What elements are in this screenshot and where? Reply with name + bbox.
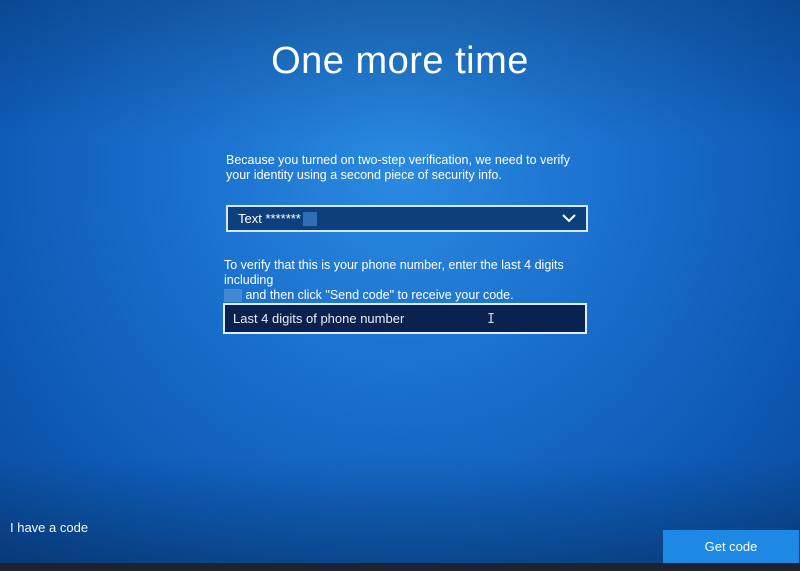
bottom-bezel (0, 563, 800, 571)
text-cursor-icon: I (487, 312, 495, 327)
get-code-button[interactable]: Get code (663, 530, 799, 563)
redacted-block (302, 211, 317, 226)
chevron-down-icon (562, 214, 576, 223)
dropdown-selected-value: Text ******* (238, 211, 301, 226)
page-title: One more time (271, 40, 529, 82)
phone-prompt: To verify that this is your phone number… (224, 258, 590, 303)
last-digits-input[interactable]: Last 4 digits of phone number I (223, 303, 587, 334)
phone-prompt-line1: To verify that this is your phone number… (224, 258, 564, 287)
phone-prompt-line2-row: and then click "Send code" to receive yo… (224, 288, 590, 303)
verification-method-dropdown[interactable]: Text ******* (226, 205, 588, 232)
last-digits-placeholder: Last 4 digits of phone number (233, 311, 405, 326)
redacted-block (224, 289, 242, 303)
have-code-link[interactable]: I have a code (10, 520, 88, 535)
phone-prompt-line2: and then click "Send code" to receive yo… (245, 288, 514, 302)
intro-text: Because you turned on two-step verificat… (226, 153, 570, 182)
